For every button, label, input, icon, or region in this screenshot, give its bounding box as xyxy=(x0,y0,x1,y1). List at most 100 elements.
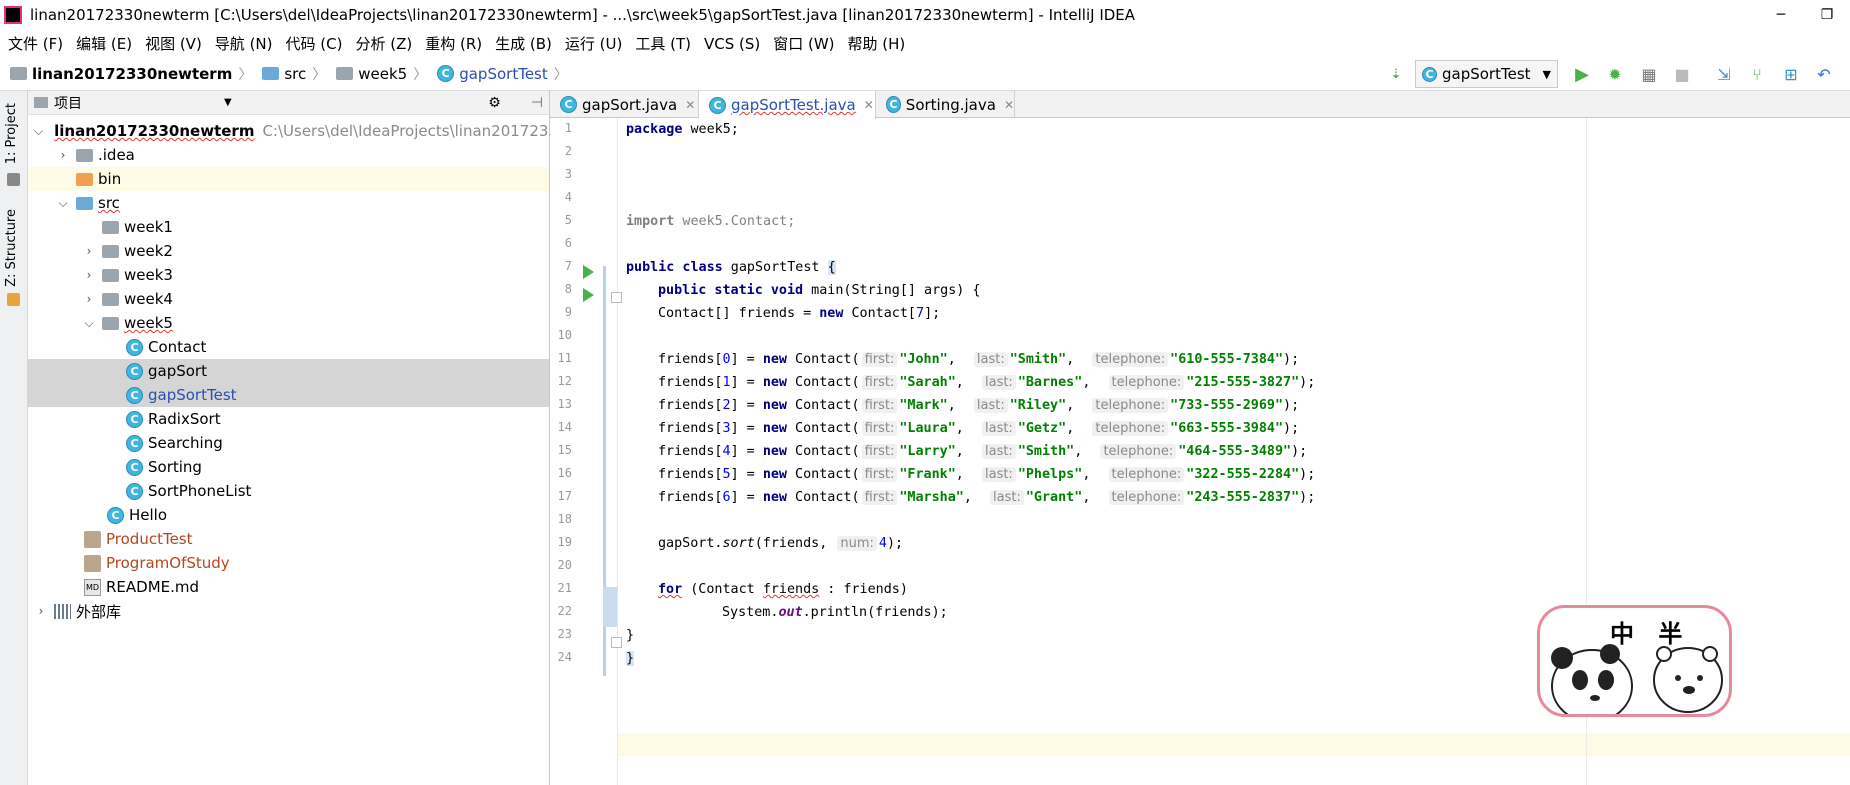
minimize-button[interactable]: ─ xyxy=(1758,0,1804,30)
close-icon[interactable]: ✕ xyxy=(864,98,874,112)
menu-vcs[interactable]: VCS (S) xyxy=(704,35,760,53)
fold-marker-icon[interactable] xyxy=(611,292,622,303)
menu-analyze[interactable]: 分析 (Z) xyxy=(355,33,412,54)
menu-bar: 文件 (F) 编辑 (E) 视图 (V) 导航 (N) 代码 (C) 分析 (Z… xyxy=(0,30,1850,57)
tab-sorting-java[interactable]: C Sorting.java ✕ xyxy=(876,91,1015,118)
title-bar: linan20172330newterm [C:\Users\del\IdeaP… xyxy=(0,0,1850,30)
code-line: Contact[] friends = new Contact[7]; xyxy=(658,306,941,321)
line-number: 10 xyxy=(557,328,572,342)
tab-gapsorttest-java[interactable]: C gapSortTest.java ✕ xyxy=(699,91,876,119)
menu-file[interactable]: 文件 (F) xyxy=(8,33,63,54)
run-gutter-icon[interactable] xyxy=(583,265,594,279)
tree-item-external-libraries[interactable]: › 外部库 xyxy=(28,599,549,623)
tab-project[interactable]: 1: Project xyxy=(4,103,19,164)
close-icon[interactable]: ✕ xyxy=(685,98,695,112)
editor-tabs: C gapSort.java ✕ C gapSortTest.java ✕ C … xyxy=(550,91,1850,119)
tab-gapsort-java[interactable]: C gapSort.java ✕ xyxy=(550,91,699,118)
runnable-class-icon: C xyxy=(709,96,726,114)
debug-icon[interactable]: ✹ xyxy=(1606,65,1624,84)
chevron-down-icon[interactable]: ⌵ xyxy=(34,124,43,139)
tree-item-week2[interactable]: › week2 xyxy=(28,239,549,263)
run-configuration-select[interactable]: C gapSortTest ▼ xyxy=(1415,60,1558,88)
menu-navigate[interactable]: 导航 (N) xyxy=(215,33,273,54)
code-line: import week5.Contact; xyxy=(626,214,796,229)
tree-item-programofstudy[interactable]: ProgramOfStudy xyxy=(28,551,549,575)
tree-item-radixsort[interactable]: C RadixSort xyxy=(28,407,549,431)
menu-run[interactable]: 运行 (U) xyxy=(565,33,622,54)
project-folder-icon xyxy=(10,67,27,80)
breadcrumb-project[interactable]: linan20172330newterm 〉 xyxy=(10,64,252,84)
gear-icon[interactable]: ⚙ xyxy=(488,95,501,111)
tool-window-strip: 1: Project Z: Structure xyxy=(0,91,28,785)
tree-item-idea[interactable]: › .idea xyxy=(28,143,549,167)
tree-item-readme[interactable]: MD README.md xyxy=(28,575,549,599)
chevron-right-icon[interactable]: › xyxy=(34,604,48,618)
breadcrumb-src[interactable]: src 〉 xyxy=(262,64,326,84)
chevron-right-icon[interactable]: › xyxy=(56,148,70,162)
menu-view[interactable]: 视图 (V) xyxy=(145,33,202,54)
markdown-file-icon: MD xyxy=(84,578,101,596)
build-icon[interactable]: ⇣ xyxy=(1387,65,1405,83)
code-line: friends[5] = new Contact(first: "Frank", … xyxy=(658,467,1316,482)
line-number: 8 xyxy=(564,282,572,296)
tree-item-gapsorttest[interactable]: C gapSortTest xyxy=(28,383,549,407)
library-icon xyxy=(54,603,71,619)
tree-root[interactable]: ⌵ linan20172330newterm C:\Users\del\Idea… xyxy=(28,119,558,143)
breadcrumb-week5[interactable]: week5 〉 xyxy=(336,64,427,84)
line-number: 12 xyxy=(557,374,572,388)
fold-marker-icon[interactable] xyxy=(611,637,622,648)
revert-icon[interactable]: ↶ xyxy=(1815,65,1833,84)
panda-bear-sticker: 中 半 xyxy=(1537,605,1732,717)
runnable-class-icon: C xyxy=(126,482,143,500)
chevron-right-icon: 〉 xyxy=(413,66,428,83)
tree-item-gapsort[interactable]: C gapSort xyxy=(28,359,549,383)
chevron-right-icon[interactable]: › xyxy=(82,244,96,258)
menu-refactor[interactable]: 重构 (R) xyxy=(425,33,482,54)
menu-edit[interactable]: 编辑 (E) xyxy=(76,33,132,54)
tree-item-searching[interactable]: C Searching xyxy=(28,431,549,455)
tree-item-week1[interactable]: week1 xyxy=(28,215,549,239)
tree-item-week5[interactable]: ⌵ week5 xyxy=(28,311,549,335)
run-gutter-icon[interactable] xyxy=(583,288,594,302)
tree-item-bin[interactable]: bin xyxy=(28,167,549,191)
tree-item-sorting[interactable]: C Sorting xyxy=(28,455,549,479)
class-icon: C xyxy=(126,338,143,356)
close-icon[interactable]: ✕ xyxy=(1004,98,1014,112)
menu-tools[interactable]: 工具 (T) xyxy=(635,33,691,54)
chevron-down-icon[interactable]: ⌵ xyxy=(82,316,96,331)
tab-structure[interactable]: Z: Structure xyxy=(4,209,19,287)
tree-item-src[interactable]: ⌵ src xyxy=(28,191,549,215)
chevron-down-icon[interactable]: ⌵ xyxy=(56,196,70,211)
chevron-right-icon[interactable]: › xyxy=(82,268,96,282)
vcs-commit-icon[interactable]: ⑂ xyxy=(1748,65,1766,84)
run-icon[interactable]: ▶ xyxy=(1573,64,1591,85)
line-number: 14 xyxy=(557,420,572,434)
line-number: 23 xyxy=(557,627,572,641)
line-number: 22 xyxy=(557,604,572,618)
coverage-icon[interactable]: ▦ xyxy=(1640,65,1658,84)
tree-item-week4[interactable]: › week4 xyxy=(28,287,549,311)
breadcrumb-file[interactable]: C gapSortTest 〉 xyxy=(437,64,568,84)
tree-item-producttest[interactable]: ProductTest xyxy=(28,527,549,551)
vcs-update-icon[interactable]: ⇲ xyxy=(1715,65,1733,84)
chevron-right-icon[interactable]: › xyxy=(82,292,96,306)
menu-window[interactable]: 窗口 (W) xyxy=(773,33,834,54)
project-structure-icon[interactable]: ⊞ xyxy=(1782,65,1800,84)
tree-item-contact[interactable]: C Contact xyxy=(28,335,549,359)
project-view-select[interactable]: 项目 xyxy=(54,93,82,113)
tree-item-week3[interactable]: › week3 xyxy=(28,263,549,287)
java-file-icon xyxy=(84,554,101,572)
tree-item-hello[interactable]: C Hello xyxy=(28,503,549,527)
tree-item-sortphonelist[interactable]: C SortPhoneList xyxy=(28,479,549,503)
menu-help[interactable]: 帮助 (H) xyxy=(848,33,906,54)
menu-build[interactable]: 生成 (B) xyxy=(495,33,552,54)
dropdown-arrow-icon[interactable]: ▼ xyxy=(224,97,232,108)
project-view-icon xyxy=(34,97,48,108)
code-line: friends[2] = new Contact(first: "Mark", l… xyxy=(658,398,1300,413)
hide-panel-icon[interactable]: ⊣ xyxy=(531,95,543,111)
menu-code[interactable]: 代码 (C) xyxy=(286,33,343,54)
line-number: 4 xyxy=(564,190,572,204)
class-icon: C xyxy=(560,96,577,113)
stop-icon[interactable]: ■ xyxy=(1673,65,1691,84)
restore-button[interactable]: ❐ xyxy=(1804,0,1850,30)
